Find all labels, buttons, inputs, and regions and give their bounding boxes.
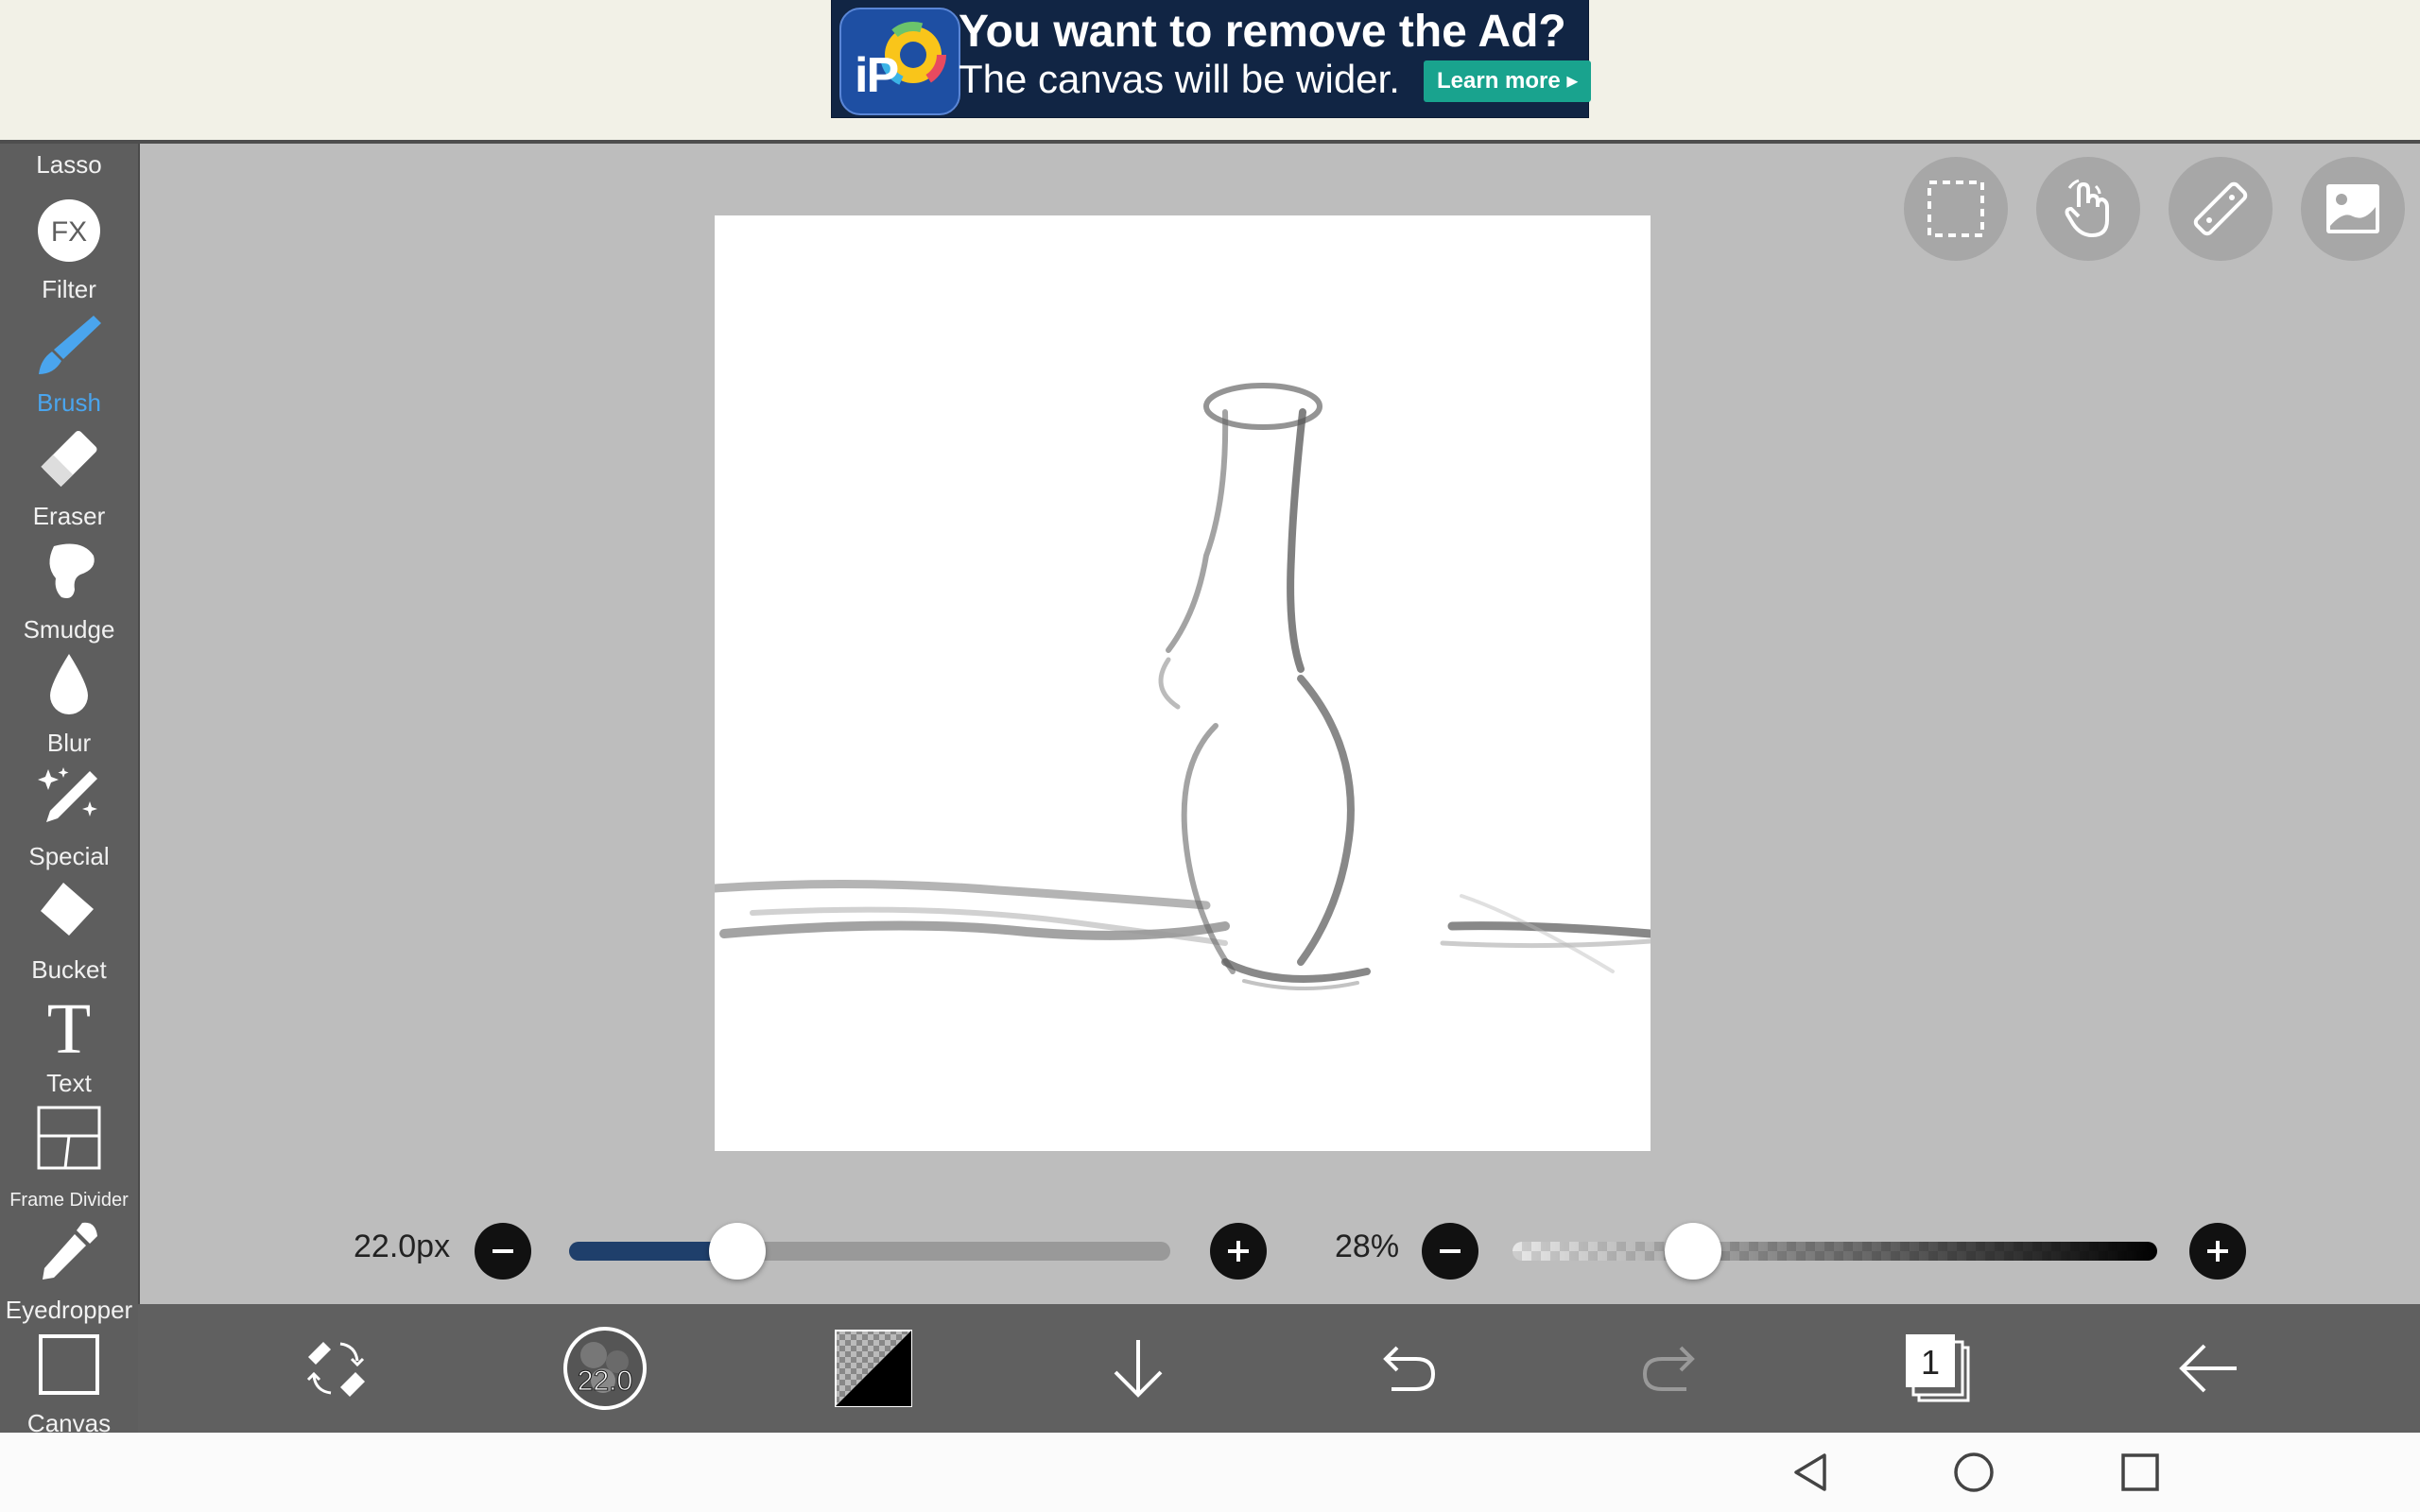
text-t-icon: T	[35, 990, 103, 1058]
swap-brush-eraser-button[interactable]	[289, 1321, 384, 1416]
tool-brush[interactable]: Brush	[0, 306, 138, 420]
special-sparkle-pen-icon	[35, 764, 103, 832]
brush-preview-button[interactable]: 22.0	[558, 1321, 652, 1416]
svg-text:22.0: 22.0	[578, 1366, 632, 1397]
tool-label: Blur	[46, 729, 92, 757]
opacity-minus-button[interactable]	[1422, 1223, 1478, 1280]
ad-banner[interactable]: iP You want to remove the Ad? The canvas…	[832, 0, 1592, 117]
tool-label: Brush	[37, 388, 101, 417]
hand-gesture-button[interactable]	[2036, 157, 2140, 261]
back-arrow-button[interactable]	[2161, 1321, 2256, 1416]
tool-label: Frame Divider	[9, 1190, 129, 1211]
bucket-icon	[35, 877, 103, 945]
tool-frame-divider[interactable]: Frame Divider	[0, 1100, 138, 1213]
brush-size-plus-button[interactable]	[1210, 1223, 1267, 1280]
ad-title: You want to remove the Ad?	[959, 7, 1566, 57]
tool-eraser[interactable]: Eraser	[0, 420, 138, 533]
brush-size-knob[interactable]	[709, 1223, 767, 1280]
swap-brush-eraser-icon	[306, 1342, 365, 1397]
tool-label: Special	[28, 842, 110, 870]
redo-button[interactable]	[1624, 1321, 1719, 1416]
tool-filter[interactable]: FX Filter	[0, 193, 138, 306]
plus-icon	[1228, 1241, 1249, 1262]
color-swatch-button[interactable]	[826, 1321, 921, 1416]
opacity-label: 28%	[1335, 1228, 1400, 1264]
eraser-icon	[35, 423, 103, 491]
dashed-selection-icon	[1927, 180, 1984, 237]
bottom-toolbar: 22.0 1	[138, 1304, 2420, 1433]
fx-icon: FX	[35, 197, 103, 265]
tool-label: Eyedropper	[5, 1296, 133, 1324]
ad-subtitle: The canvas will be wider.	[959, 57, 1400, 101]
smudge-icon	[35, 537, 103, 605]
tool-sidebar: Lasso FX Filter Brush Eraser Smudge Blur	[0, 144, 140, 1437]
redo-icon	[1642, 1346, 1695, 1391]
tool-label: Eraser	[32, 502, 106, 530]
android-navigation-bar	[0, 1433, 2420, 1512]
layers-icon: 1	[1906, 1334, 1970, 1402]
tool-label: Smudge	[23, 615, 115, 644]
brush-size-slider[interactable]	[569, 1242, 1170, 1261]
recents-square-icon	[2121, 1453, 2159, 1491]
arrow-down-button[interactable]	[1091, 1321, 1185, 1416]
tool-canvas[interactable]: Canvas	[0, 1327, 138, 1440]
tool-bucket[interactable]: Bucket	[0, 873, 138, 987]
nav-back-button[interactable]	[1781, 1442, 1841, 1503]
canvas-square-icon	[35, 1331, 103, 1399]
tool-label: Lasso	[36, 150, 102, 179]
tool-label: Bucket	[31, 955, 107, 984]
frame-divider-icon	[35, 1104, 103, 1172]
brush-icon	[35, 310, 103, 378]
blur-drop-icon	[35, 650, 103, 718]
ad-learn-more-button[interactable]: Learn more ▸	[1424, 60, 1592, 102]
nav-recents-button[interactable]	[2110, 1442, 2170, 1503]
brush-size-minus-button[interactable]	[475, 1223, 531, 1280]
minus-icon	[493, 1249, 513, 1253]
tool-eyedropper[interactable]: Eyedropper	[0, 1213, 138, 1327]
opacity-slider[interactable]	[1512, 1242, 2157, 1261]
eyedropper-icon	[35, 1217, 103, 1285]
nav-home-button[interactable]	[1944, 1442, 2004, 1503]
home-circle-icon	[1954, 1452, 1994, 1492]
svg-text:FX: FX	[51, 216, 87, 248]
selection-button[interactable]	[1904, 157, 2008, 261]
tool-label: Text	[46, 1069, 92, 1097]
ruler-button[interactable]	[2169, 157, 2273, 261]
undo-button[interactable]	[1359, 1321, 1454, 1416]
tool-text[interactable]: T Text	[0, 987, 138, 1100]
image-icon	[2326, 184, 2379, 233]
minus-icon	[1440, 1249, 1461, 1253]
brush-size-label: 22.0px	[354, 1228, 451, 1264]
color-swatch-icon	[835, 1330, 912, 1407]
ruler-icon	[2193, 181, 2248, 236]
layers-button[interactable]: 1	[1893, 1321, 1987, 1416]
tool-blur[interactable]: Blur	[0, 646, 138, 760]
opacity-plus-button[interactable]	[2189, 1223, 2246, 1280]
arrow-down-icon	[1114, 1340, 1163, 1398]
svg-text:T: T	[47, 990, 91, 1058]
ad-banner-bar: iP You want to remove the Ad? The canvas…	[0, 0, 2420, 144]
drawing-canvas[interactable]	[710, 215, 1655, 1151]
bottle-sketch	[710, 383, 1655, 990]
tool-special[interactable]: Special	[0, 760, 138, 873]
undo-icon	[1383, 1346, 1436, 1391]
tool-label: Filter	[42, 275, 96, 303]
back-triangle-icon	[1794, 1453, 1826, 1491]
back-arrow-icon	[2179, 1344, 2237, 1393]
ibispaint-logo-icon: iP	[839, 8, 960, 115]
tool-lasso[interactable]: Lasso	[0, 68, 138, 181]
tool-smudge[interactable]: Smudge	[0, 533, 138, 646]
image-button[interactable]	[2301, 157, 2405, 261]
plus-icon	[2207, 1241, 2228, 1262]
svg-text:1: 1	[1921, 1343, 1940, 1382]
opacity-knob[interactable]	[1664, 1223, 1721, 1280]
ad-logo-text: iP	[855, 48, 899, 103]
brush-preview-icon: 22.0	[563, 1327, 647, 1410]
hand-gesture-icon	[2065, 179, 2109, 237]
